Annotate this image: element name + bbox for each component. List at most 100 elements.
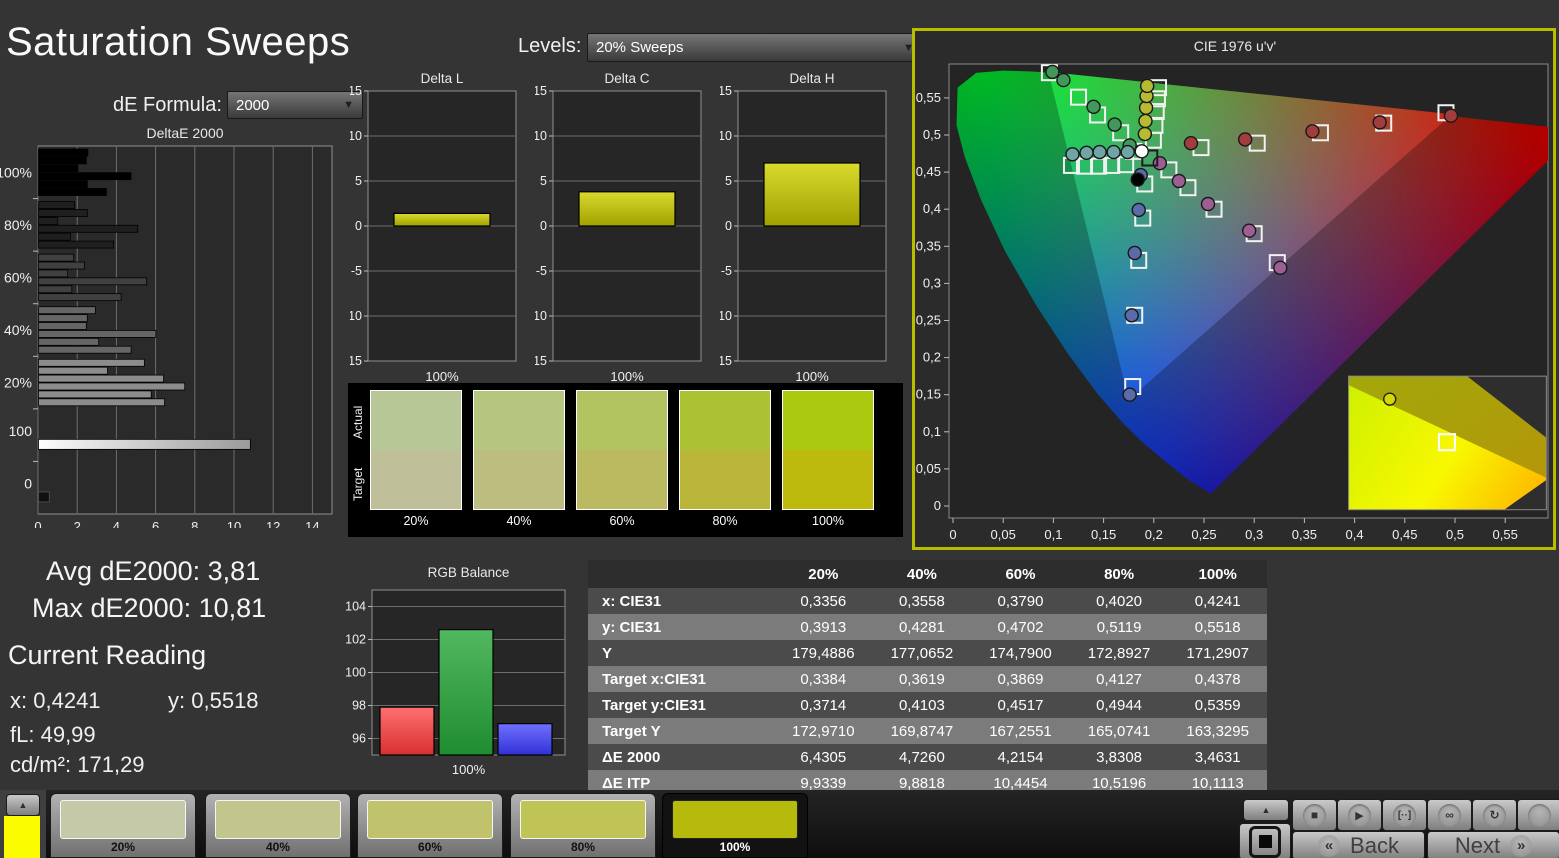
table-row-label: ΔE 2000	[588, 744, 774, 770]
svg-text:0,3: 0,3	[923, 275, 941, 290]
table-corner-header	[588, 560, 774, 588]
blank-icon	[1528, 803, 1551, 827]
next-button[interactable]: Next »	[1427, 831, 1559, 858]
de-formula-dropdown[interactable]: 2000 ▼	[227, 91, 363, 119]
svg-text:0,3: 0,3	[1245, 527, 1263, 542]
back-button[interactable]: « Back	[1292, 831, 1425, 858]
table-cell: 0,4378	[1168, 666, 1267, 692]
interval-button[interactable]: [··]	[1382, 799, 1427, 831]
swatch-compare-60%	[576, 390, 668, 510]
current-patch-swatch	[4, 816, 40, 858]
rgb-balance-chart: RGB Balance 96 98 100 102 104 100%	[345, 565, 566, 777]
svg-text:-10: -10	[535, 309, 547, 323]
svg-text:0,2: 0,2	[923, 350, 941, 365]
table-row: Target x:CIE31 0,3384 0,3619 0,3869 0,4127 0,…	[588, 666, 1267, 692]
refresh-icon: ↻	[1483, 803, 1506, 827]
target-swatch-80%	[680, 450, 770, 509]
sample-swatch	[60, 800, 186, 839]
refresh-button[interactable]: ↻	[1472, 799, 1517, 831]
sample-label: 20%	[110, 840, 136, 854]
table-row-label: Target Y	[588, 718, 774, 744]
delta-h-chart: Delta H 15 10 5 0 -5 -10 -15 100%	[720, 71, 887, 384]
svg-text:Delta L: Delta L	[421, 71, 464, 86]
svg-text:0,2: 0,2	[1145, 527, 1163, 542]
next-label: Next	[1454, 832, 1501, 858]
stop-measurement-button[interactable]	[1239, 823, 1291, 858]
svg-text:0: 0	[24, 476, 32, 492]
sample-button-40%[interactable]: 40%	[205, 793, 351, 858]
table-cell: 0,4517	[971, 692, 1070, 718]
interval-icon: [··]	[1393, 803, 1416, 827]
target-swatch-60%	[577, 450, 667, 509]
sample-swatch	[672, 800, 798, 839]
svg-text:5: 5	[725, 174, 732, 188]
svg-text:102: 102	[345, 633, 366, 647]
svg-text:4: 4	[113, 519, 120, 528]
table-cell: 174,7900	[971, 640, 1070, 666]
svg-text:5: 5	[355, 174, 362, 188]
table-cell: 0,3714	[774, 692, 873, 718]
svg-text:20%: 20%	[4, 375, 32, 391]
table-cell: 0,4020	[1069, 588, 1169, 614]
avg-de2000-stat: Avg dE2000: 3,81	[46, 556, 261, 586]
sample-button-100%[interactable]: 100%	[662, 793, 808, 858]
current-x-stat: x: 0,4241	[10, 688, 101, 713]
svg-text:98: 98	[352, 699, 366, 713]
back-label: Back	[1350, 832, 1399, 858]
blank-button[interactable]	[1517, 799, 1559, 831]
svg-text:104: 104	[345, 600, 366, 614]
sample-button-60%[interactable]: 60%	[357, 793, 503, 858]
levels-dropdown[interactable]: 20% Sweeps ▼	[587, 33, 923, 62]
sample-button-80%[interactable]: 80%	[510, 793, 656, 858]
expand-transport-button[interactable]: ▲	[1243, 799, 1289, 821]
table-cell: 169,8747	[872, 718, 972, 744]
svg-text:96: 96	[352, 732, 366, 746]
svg-text:0,05: 0,05	[991, 527, 1016, 542]
swatch-compare-80%	[679, 390, 771, 510]
table-col-header: 80%	[1069, 560, 1169, 588]
svg-text:100%: 100%	[0, 164, 32, 180]
table-cell: 0,3913	[774, 614, 873, 640]
table-col-header: 20%	[774, 560, 873, 588]
svg-text:0,45: 0,45	[1392, 527, 1417, 542]
table-cell: 3,8308	[1069, 744, 1169, 770]
svg-text:0: 0	[725, 219, 732, 233]
expand-patch-panel-button[interactable]: ▲	[6, 794, 40, 816]
table-row: ΔE 2000 6,4305 4,7260 4,2154 3,8308 3,4631	[588, 744, 1267, 770]
actual-target-swatch-panel: Actual Target 20% 40% 60% 80% 100%	[348, 383, 903, 537]
swatch-level-label: 40%	[506, 514, 532, 528]
svg-text:100%: 100%	[795, 369, 829, 384]
chevron-up-icon: ▲	[1261, 805, 1271, 815]
svg-text:15: 15	[535, 84, 547, 98]
svg-text:0,1: 0,1	[923, 424, 941, 439]
svg-text:5: 5	[540, 174, 547, 188]
target-swatch-40%	[474, 450, 564, 509]
svg-text:0,25: 0,25	[916, 313, 941, 328]
svg-text:Delta H: Delta H	[789, 71, 834, 86]
table-cell: 179,4886	[774, 640, 873, 666]
deltae-2000-chart: 0 2 4 6 8 10 12 14 DeltaE 2000 100% 80% 60% 40% 20% 10…	[0, 125, 333, 528]
levels-value: 20% Sweeps	[596, 39, 684, 56]
stop-button[interactable]: ■	[1292, 799, 1337, 831]
svg-text:-15: -15	[350, 354, 362, 368]
sample-label: 80%	[570, 840, 596, 854]
svg-text:15: 15	[720, 84, 732, 98]
svg-text:-10: -10	[350, 309, 362, 323]
actual-swatch-60%	[577, 391, 667, 450]
svg-text:RGB Balance: RGB Balance	[428, 565, 510, 580]
play-button[interactable]: ▶	[1337, 799, 1382, 831]
table-col-header: 100%	[1168, 560, 1267, 588]
svg-text:0,4: 0,4	[1346, 527, 1364, 542]
svg-text:80%: 80%	[4, 217, 32, 233]
table-cell: 4,7260	[872, 744, 972, 770]
table-row: Target y:CIE31 0,3714 0,4103 0,4517 0,4944 0,…	[588, 692, 1267, 718]
actual-swatch-40%	[474, 391, 564, 450]
play-icon: ▶	[1348, 803, 1371, 827]
sample-button-20%[interactable]: 20%	[50, 793, 196, 858]
continuous-button[interactable]: ∞	[1427, 799, 1472, 831]
chevron-left-icon: «	[1318, 834, 1341, 857]
current-cdm2-stat: cd/m²: 171,29	[10, 752, 145, 777]
sample-label: 40%	[265, 840, 291, 854]
svg-text:60%: 60%	[4, 269, 32, 285]
svg-text:DeltaE 2000: DeltaE 2000	[146, 125, 223, 141]
